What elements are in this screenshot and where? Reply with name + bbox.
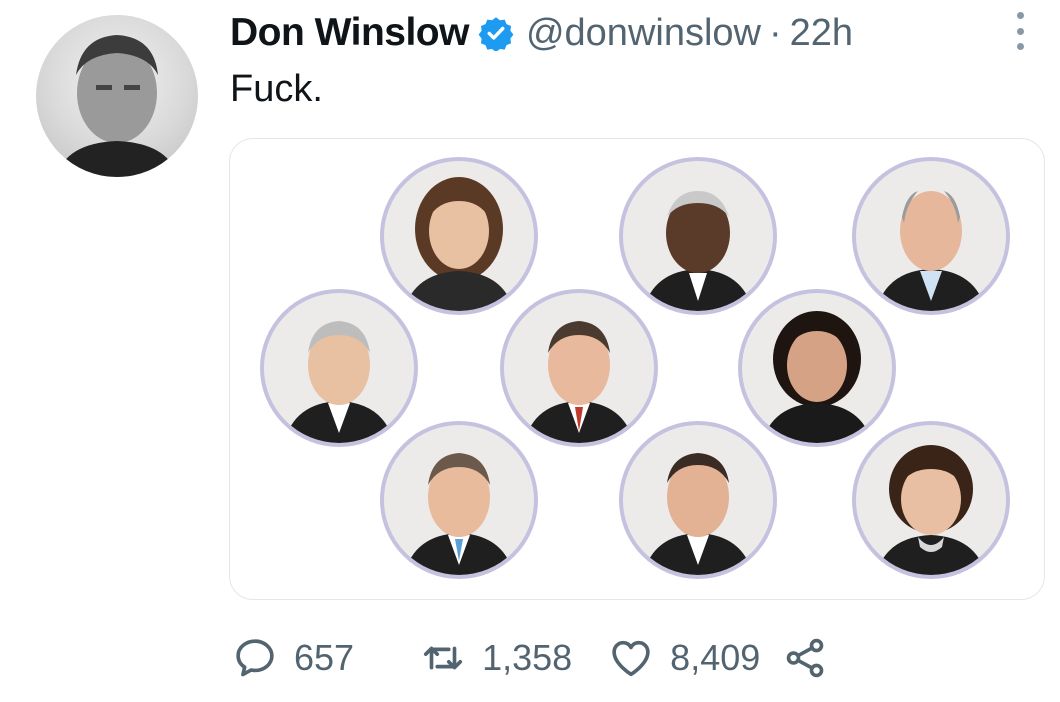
tweet-action-bar: 657 1,358 8,409 xyxy=(232,628,828,688)
heart-icon xyxy=(612,640,650,677)
reply-count: 657 xyxy=(294,637,355,678)
justice-portrait xyxy=(619,421,777,579)
author-handle[interactable]: @donwinslow xyxy=(526,12,761,55)
header-separator: · xyxy=(768,11,782,54)
more-dot xyxy=(1016,43,1024,50)
tweet-text: Fuck. xyxy=(230,68,323,110)
justice-portrait xyxy=(500,289,658,447)
author-name[interactable]: Don Winslow xyxy=(230,11,469,55)
justice-portrait xyxy=(380,157,538,315)
tweet-timestamp[interactable]: 22h xyxy=(790,12,853,55)
retweet-count: 1,358 xyxy=(482,637,573,678)
justice-portrait xyxy=(852,157,1010,315)
share-icon xyxy=(786,638,824,678)
retweet-button[interactable]: 1,358 xyxy=(420,635,572,681)
justice-portrait xyxy=(380,421,538,579)
justice-portrait xyxy=(852,421,1010,579)
verified-badge-icon xyxy=(478,17,514,51)
avatar-photo xyxy=(56,35,178,177)
justice-portrait xyxy=(738,289,896,447)
share-button[interactable] xyxy=(782,635,828,681)
like-button[interactable]: 8,409 xyxy=(608,635,760,681)
like-count: 8,409 xyxy=(670,637,761,678)
author-avatar[interactable] xyxy=(36,15,198,177)
justice-portrait xyxy=(619,157,777,315)
more-options-icon[interactable] xyxy=(1006,10,1034,52)
justice-portrait xyxy=(260,289,418,447)
tweet-media-image[interactable] xyxy=(229,138,1045,600)
reply-button[interactable]: 657 xyxy=(232,635,354,681)
more-dot xyxy=(1016,27,1024,35)
tweet-header: Don Winslow @donwinslow · 22h xyxy=(230,8,853,58)
more-dot xyxy=(1016,12,1024,19)
reply-icon xyxy=(236,639,274,677)
retweet-icon xyxy=(424,646,463,670)
